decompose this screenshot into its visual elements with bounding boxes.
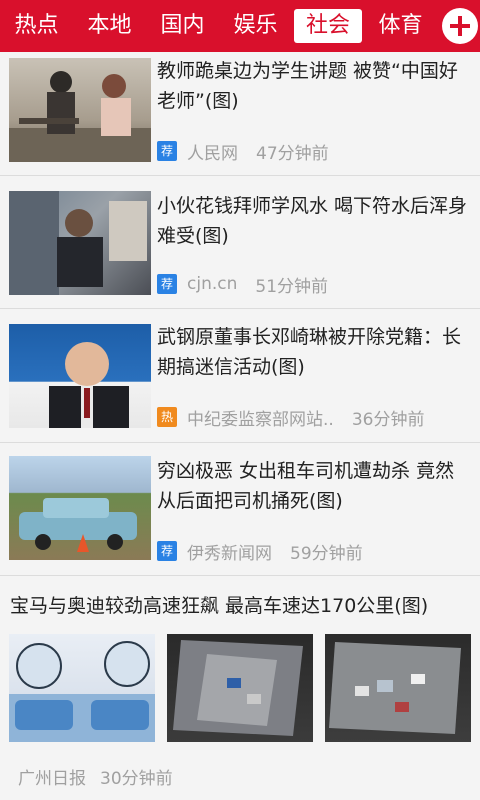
top-nav-bar: 热点 本地 国内 娱乐 社会 体育 bbox=[0, 0, 480, 52]
news-meta: 荐 伊秀新闻网 59分钟前 bbox=[157, 540, 363, 564]
gallery-picture-traffic-cam[interactable] bbox=[167, 634, 313, 742]
news-thumbnail bbox=[9, 191, 151, 295]
news-item[interactable]: 教师跪桌边为学生讲题 被赞“中国好老师”(图) 荐 人民网 47分钟前 bbox=[0, 52, 480, 176]
news-item[interactable]: 穷凶极恶 女出租车司机遭劫杀 竟然从后面把司机捅死(图) 荐 伊秀新闻网 59分… bbox=[0, 444, 480, 576]
news-time: 30分钟前 bbox=[100, 769, 173, 789]
news-title[interactable]: 武钢原董事长邓崎琳被开除党籍：长期搞迷信活动(图) bbox=[157, 322, 468, 382]
news-title[interactable]: 教师跪桌边为学生讲题 被赞“中国好老师”(图) bbox=[157, 56, 468, 116]
tab-entertainment[interactable]: 娱乐 bbox=[219, 9, 292, 43]
news-title[interactable]: 穷凶极恶 女出租车司机遭劫杀 竟然从后面把司机捅死(图) bbox=[157, 456, 468, 516]
category-tabs: 热点 本地 国内 娱乐 社会 体育 bbox=[0, 0, 437, 52]
classroom-photo-icon bbox=[9, 71, 151, 162]
news-item[interactable]: 小伙花钱拜师学风水 喝下符水后浑身难受(图) 荐 cjn.cn 51分钟前 bbox=[0, 177, 480, 309]
recommend-badge: 荐 bbox=[157, 541, 177, 561]
news-title[interactable]: 小伙花钱拜师学风水 喝下符水后浑身难受(图) bbox=[157, 191, 468, 251]
tab-domestic[interactable]: 国内 bbox=[146, 9, 219, 43]
news-source: 人民网 bbox=[187, 143, 238, 164]
person-photo-icon bbox=[9, 191, 147, 295]
taxi-photo-icon bbox=[19, 498, 137, 552]
highway-photo-icon bbox=[329, 642, 461, 734]
gallery-news-title[interactable]: 宝马与奥迪较劲高速狂飙 最高车速达170公里(图) bbox=[10, 592, 428, 620]
hot-badge: 热 bbox=[157, 407, 177, 427]
news-meta: 热 中纪委监察部网站.. 36分钟前 bbox=[157, 406, 425, 430]
recommend-badge: 荐 bbox=[157, 141, 177, 161]
plus-icon-stroke bbox=[458, 16, 462, 36]
news-time: 51分钟前 bbox=[255, 276, 329, 297]
news-source: cjn.cn bbox=[187, 274, 238, 294]
news-meta: 荐 人民网 47分钟前 bbox=[157, 140, 329, 164]
news-source: 广州日报 bbox=[18, 769, 86, 789]
news-source: 伊秀新闻网 bbox=[187, 543, 272, 564]
news-time: 47分钟前 bbox=[256, 143, 329, 164]
gallery-news-meta: 广州日报 30分钟前 bbox=[18, 764, 173, 789]
traffic-camera-photo-icon bbox=[173, 640, 303, 736]
news-time: 36分钟前 bbox=[351, 409, 425, 430]
news-thumbnail bbox=[9, 456, 151, 560]
news-thumbnail bbox=[9, 58, 151, 162]
add-category-button[interactable] bbox=[442, 8, 478, 44]
tab-local[interactable]: 本地 bbox=[73, 9, 146, 43]
tab-sports[interactable]: 体育 bbox=[364, 9, 437, 43]
tab-society[interactable]: 社会 bbox=[294, 9, 362, 43]
gallery-picture-highway[interactable] bbox=[325, 634, 471, 742]
news-item[interactable]: 武钢原董事长邓崎琳被开除党籍：长期搞迷信活动(图) 热 中纪委监察部网站.. 3… bbox=[0, 310, 480, 443]
gallery-picture-cars[interactable] bbox=[9, 634, 155, 742]
gallery-pictures[interactable] bbox=[0, 634, 480, 744]
recommend-badge: 荐 bbox=[157, 274, 177, 294]
news-source: 中纪委监察部网站.. bbox=[187, 409, 334, 430]
car-crash-photo-icon bbox=[9, 641, 155, 742]
tab-hot[interactable]: 热点 bbox=[0, 9, 73, 43]
news-meta: 荐 cjn.cn 51分钟前 bbox=[157, 273, 329, 297]
news-time: 59分钟前 bbox=[290, 543, 363, 564]
news-thumbnail bbox=[9, 324, 151, 428]
portrait-photo-icon bbox=[49, 342, 129, 428]
